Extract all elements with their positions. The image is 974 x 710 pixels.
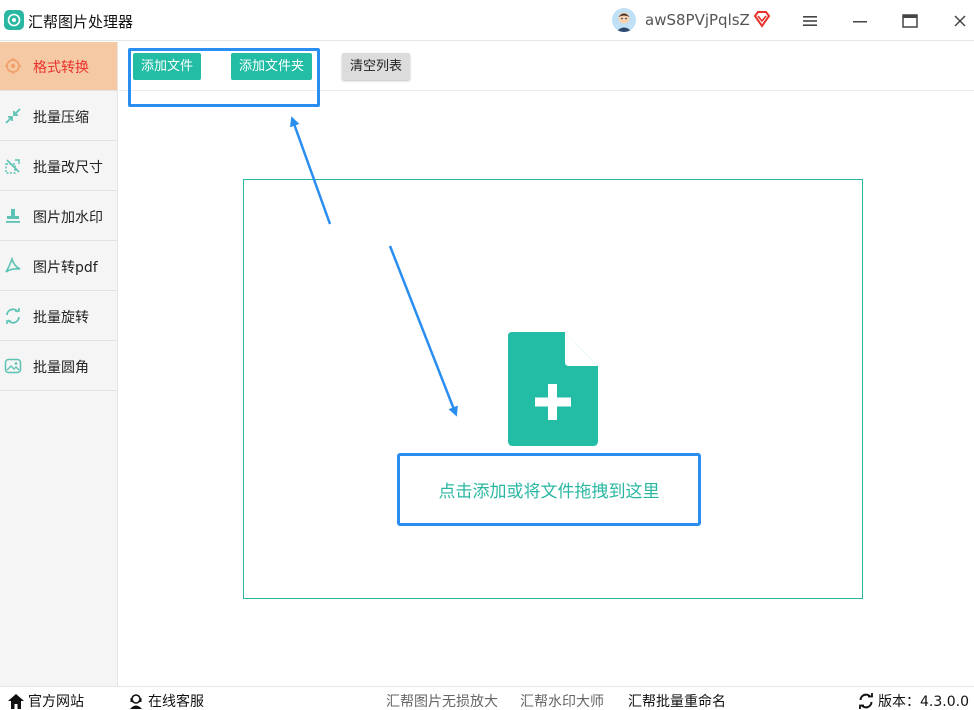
lossless-upscale-link[interactable]: 汇帮图片无损放大 [386, 691, 498, 710]
watermark-master-link[interactable]: 汇帮水印大师 [520, 691, 604, 710]
version-label: 版本：4.3.0.0 [878, 694, 969, 710]
home-icon [8, 693, 24, 709]
official-site-link[interactable]: 官方网站 [8, 691, 84, 710]
annotation-arrows [289, 116, 458, 417]
official-site-label: 官方网站 [28, 694, 84, 710]
status-bar: 官方网站 在线客服 汇帮图片无损放大 汇帮水印大师 汇帮批量重命名 版本：4.3… [0, 686, 974, 710]
refresh-icon [859, 693, 873, 709]
customer-service-icon [130, 694, 142, 709]
batch-rename-link[interactable]: 汇帮批量重命名 [628, 691, 726, 710]
online-service-label: 在线客服 [148, 694, 204, 710]
version-info[interactable]: 版本：4.3.0.0 [858, 691, 969, 710]
online-service-link[interactable]: 在线客服 [128, 691, 204, 710]
